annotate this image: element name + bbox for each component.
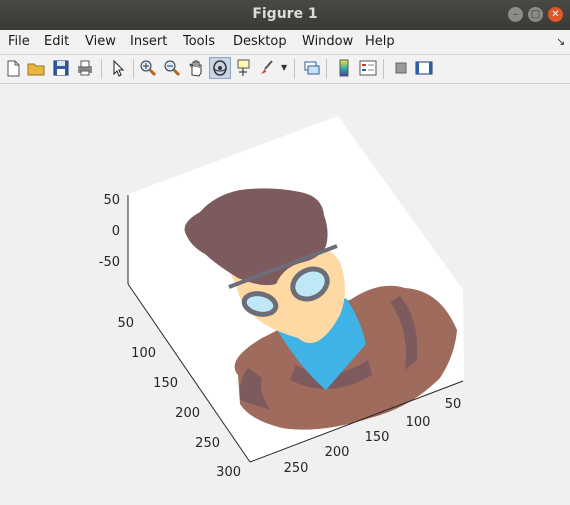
z-tick-label: 0 [112,224,120,239]
toolbar-separator [383,59,384,79]
rotate-3d-icon[interactable] [209,57,231,79]
maximize-button[interactable]: □ [528,7,543,22]
menu-tools[interactable]: Tools [183,34,215,49]
hide-plot-tools-icon[interactable] [391,58,411,78]
brush-icon[interactable] [257,58,277,78]
x-tick-label: 250 [284,461,309,476]
y-tick-label: 50 [117,316,134,331]
y-tick-label: 150 [153,376,178,391]
y-tick-label: 100 [131,346,156,361]
menu-file[interactable]: File [8,34,30,49]
y-tick-label: 300 [216,465,241,480]
close-button[interactable]: ✕ [548,7,563,22]
menu-insert[interactable]: Insert [130,34,167,49]
menu-edit[interactable]: Edit [44,34,69,49]
menu-bar: File Edit View Insert Tools Desktop Wind… [0,30,570,55]
print-icon[interactable] [75,58,95,78]
show-plot-tools-icon[interactable] [414,58,434,78]
dock-arrow-icon[interactable]: ↘ [556,35,565,48]
open-folder-icon[interactable] [26,58,46,78]
menu-desktop[interactable]: Desktop [233,34,287,49]
x-tick-label: 200 [325,445,350,460]
pan-hand-icon[interactable] [186,58,206,78]
z-tick-label: -50 [99,255,120,270]
pointer-icon[interactable] [108,58,128,78]
brush-dropdown-icon[interactable]: ▼ [281,63,287,72]
data-cursor-icon[interactable] [234,58,254,78]
toolbar-separator [133,59,134,79]
toolbar-separator [101,59,102,79]
zoom-in-icon[interactable] [138,58,158,78]
toolbar: ▼ [0,55,570,84]
title-bar: Figure 1 – □ ✕ [0,0,570,31]
x-tick-label: 50 [445,397,462,412]
z-axis-ticks: 50 0 -50 [99,193,120,270]
plot-axes[interactable]: 50 0 -50 50 100 150 200 250 300 250 200 … [0,84,570,505]
window-title: Figure 1 [252,6,318,22]
save-icon[interactable] [51,58,71,78]
y-tick-label: 250 [195,436,220,451]
link-plot-icon[interactable] [302,58,322,78]
menu-view[interactable]: View [85,34,116,49]
x-tick-label: 150 [365,430,390,445]
z-tick-label: 50 [103,193,120,208]
menu-window[interactable]: Window [302,34,353,49]
menu-help[interactable]: Help [365,34,395,49]
toolbar-separator [326,59,327,79]
new-figure-icon[interactable] [3,58,23,78]
legend-icon[interactable] [358,58,378,78]
colorbar-icon[interactable] [334,58,354,78]
x-tick-label: 100 [406,415,431,430]
y-tick-label: 200 [175,406,200,421]
zoom-out-icon[interactable] [162,58,182,78]
toolbar-separator [294,59,295,79]
minimize-button[interactable]: – [508,7,523,22]
